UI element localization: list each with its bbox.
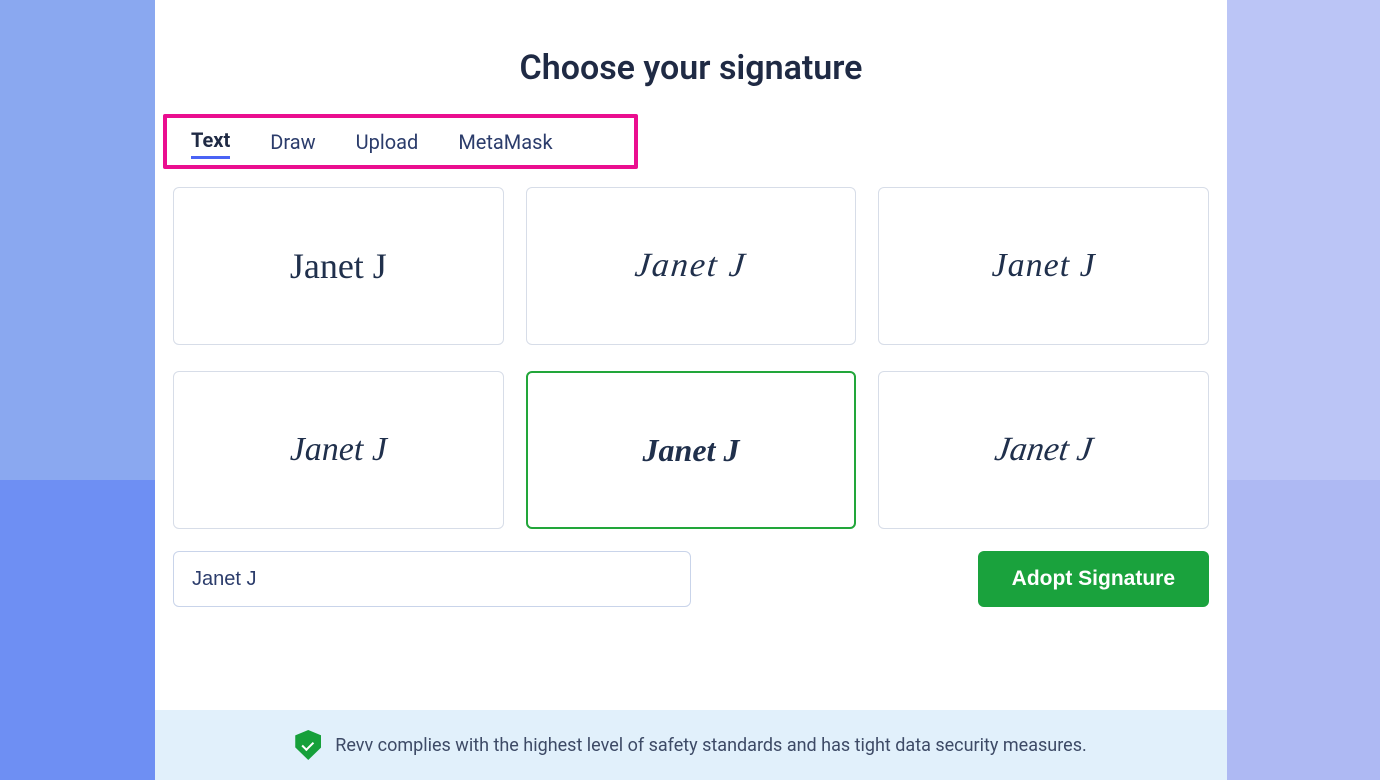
- signature-name-input[interactable]: [173, 551, 691, 607]
- signature-grid: Janet J Janet J Janet J Janet J Janet J …: [173, 187, 1209, 529]
- signature-option-2[interactable]: Janet J: [526, 187, 857, 345]
- bottom-row: Adopt Signature: [173, 551, 1209, 607]
- signature-preview: Janet J: [290, 245, 387, 287]
- tabs-container: Text Draw Upload MetaMask: [163, 114, 638, 169]
- signature-preview: Janet J: [992, 431, 1095, 469]
- footer-bar: Revv complies with the highest level of …: [155, 710, 1227, 780]
- signature-preview: Janet J: [633, 247, 748, 285]
- tab-metamask[interactable]: MetaMask: [458, 130, 552, 158]
- shield-check-icon: [295, 730, 321, 760]
- tab-upload[interactable]: Upload: [356, 130, 419, 158]
- signature-option-6[interactable]: Janet J: [878, 371, 1209, 529]
- signature-option-3[interactable]: Janet J: [878, 187, 1209, 345]
- signature-panel: Choose your signature Text Draw Upload M…: [155, 0, 1227, 780]
- signature-preview: Janet J: [992, 247, 1096, 285]
- page-title: Choose your signature: [155, 48, 1227, 88]
- signature-option-5[interactable]: Janet J: [526, 371, 857, 529]
- footer-text: Revv complies with the highest level of …: [335, 735, 1086, 756]
- signature-preview: Janet J: [643, 432, 740, 469]
- signature-option-1[interactable]: Janet J: [173, 187, 504, 345]
- signature-preview: Janet J: [290, 431, 387, 469]
- adopt-signature-button[interactable]: Adopt Signature: [978, 551, 1209, 607]
- tab-text[interactable]: Text: [191, 128, 230, 159]
- tab-draw[interactable]: Draw: [270, 130, 315, 158]
- signature-option-4[interactable]: Janet J: [173, 371, 504, 529]
